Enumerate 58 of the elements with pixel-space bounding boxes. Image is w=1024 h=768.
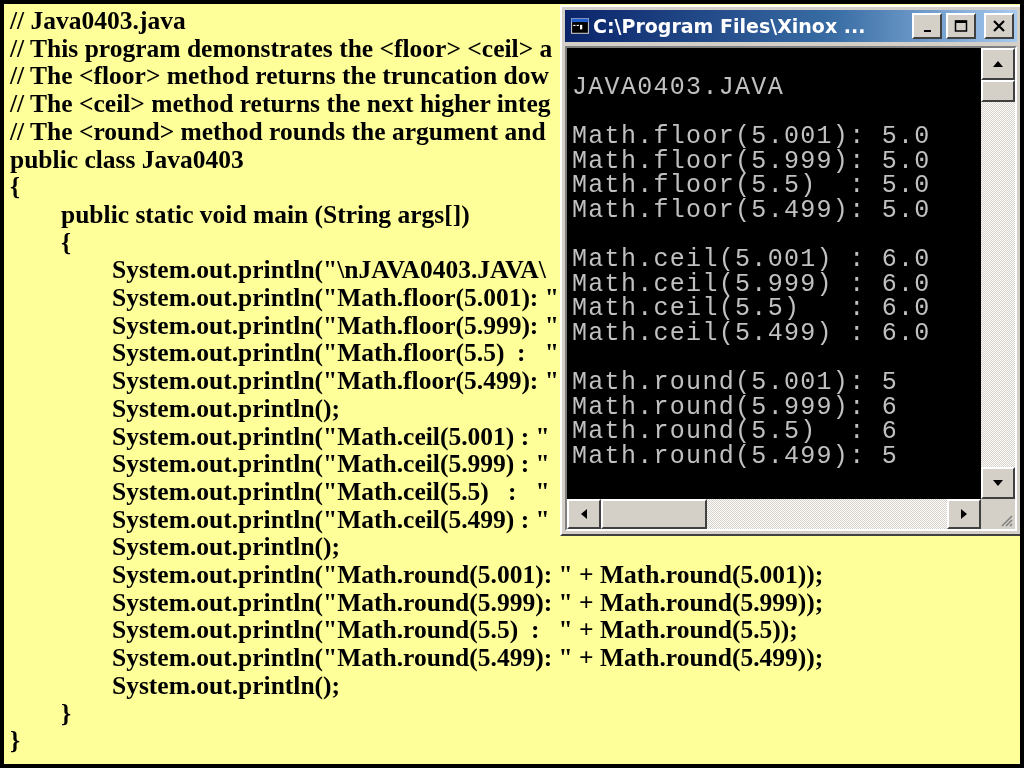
close-button[interactable] — [984, 13, 1014, 39]
code-line: System.out.println("Math.round(5.5) : " + Math.round(5.5)); — [112, 616, 798, 645]
code-line: System.out.println("Math.floor(5.001): " — [112, 284, 559, 312]
output-line: Math.round(5.001): 5 — [572, 371, 899, 396]
scroll-left-button[interactable] — [567, 499, 601, 529]
left-triangle-icon — [581, 509, 587, 519]
code-line: System.out.println("Math.floor(5.999): " — [112, 311, 559, 340]
output-line: Math.floor(5.499): 5.0 — [572, 198, 931, 224]
scroll-up-button[interactable] — [981, 48, 1015, 80]
code-line: System.out.println("Math.ceil(5.999) : " — [112, 450, 550, 478]
code-line: System.out.println("Math.floor(5.499): " — [112, 367, 559, 395]
maximize-button[interactable] — [946, 13, 976, 39]
code-line: } — [10, 727, 21, 755]
minimize-icon — [923, 30, 931, 32]
code-line: public static void main (String args[]) — [61, 200, 470, 229]
scroll-thumb[interactable] — [981, 80, 1015, 102]
output-line: Math.round(5.5) : 6 — [572, 420, 899, 445]
code-line: System.out.println(); — [112, 394, 341, 423]
code-line: // Java0403.java — [10, 7, 186, 35]
right-triangle-icon — [961, 509, 967, 519]
code-line: { — [61, 228, 72, 257]
scroll-down-button[interactable] — [981, 467, 1015, 499]
up-triangle-icon — [993, 61, 1003, 67]
code-line: System.out.println("Math.round(5.499): " + Math.round(5.499)); — [112, 644, 824, 672]
code-line: // This program demonstrates the <floor> <ceil> a — [10, 34, 553, 63]
console-icon — [571, 18, 589, 34]
code-line: System.out.println("Math.floor(5.5) : " — [112, 339, 559, 368]
down-triangle-icon — [993, 480, 1003, 486]
code-line: System.out.println("Math.ceil(5.499) : " — [112, 505, 550, 534]
code-line: System.out.println("Math.ceil(5.001) : " — [112, 422, 550, 451]
code-line: System.out.println("Math.ceil(5.5) : " — [112, 477, 550, 506]
output-line: Math.ceil(5.001) : 6.0 — [572, 248, 931, 273]
code-line: System.out.println(); — [112, 533, 341, 562]
output-line: Math.round(5.499): 5 — [572, 444, 899, 470]
code-line: } — [61, 699, 72, 728]
vertical-scrollbar[interactable] — [981, 48, 1015, 499]
code-line: public class Java0403 — [10, 145, 244, 174]
window-title: C:\Program Files\Xinox ... — [593, 15, 867, 37]
output-line: Math.ceil(5.5) : 6.0 — [572, 297, 931, 322]
code-line: // The <round> method rounds the argument and — [10, 117, 546, 146]
output-line: Math.ceil(5.499) : 6.0 — [572, 321, 931, 347]
code-line: // The <ceil> method returns the next higher integ — [10, 90, 551, 118]
resize-grip-icon[interactable] — [999, 513, 1013, 527]
code-line: System.out.println("Math.round(5.001): " + Math.round(5.001)); — [112, 561, 824, 589]
minimize-button[interactable] — [912, 13, 942, 39]
code-line: System.out.println(); — [112, 671, 341, 700]
code-line: { — [10, 173, 21, 201]
scroll-thumb[interactable] — [601, 499, 707, 529]
output-line: Math.floor(5.001): 5.0 — [572, 125, 931, 150]
output-line: Math.floor(5.5) : 5.0 — [572, 174, 931, 199]
horizontal-scrollbar[interactable] — [567, 499, 981, 529]
code-line: System.out.println("\nJAVA0403.JAVA\ — [112, 256, 546, 285]
code-line: System.out.println("Math.round(5.999): " + Math.round(5.999)); — [112, 588, 824, 617]
output-line: JAVA0403.JAVA — [572, 76, 784, 101]
close-icon — [992, 20, 1006, 32]
maximize-icon — [954, 20, 968, 32]
scroll-right-button[interactable] — [947, 499, 981, 529]
code-line: // The <floor> method returns the truncation dow — [10, 62, 549, 91]
